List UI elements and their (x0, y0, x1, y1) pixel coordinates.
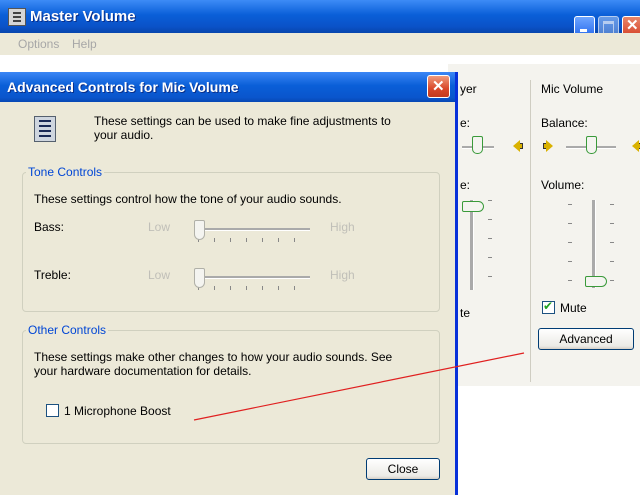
speaker-right-icon (511, 139, 523, 153)
close-icon[interactable] (427, 75, 450, 98)
menu-bar: Options Help (0, 33, 640, 55)
mute-label: Mute (560, 301, 587, 315)
partial-volume-track (470, 200, 474, 290)
partial-volume-label: e: (460, 178, 471, 192)
menu-help[interactable]: Help (72, 37, 97, 51)
mic-volume-ticks-right (610, 204, 614, 284)
treble-slider-thumb[interactable] (194, 268, 205, 288)
bass-slider-track (198, 228, 310, 231)
mic-volume-ticks-left (568, 204, 572, 284)
mute-checkbox[interactable] (542, 299, 555, 314)
bass-low-label: Low (148, 220, 171, 234)
tone-controls-legend: Tone Controls (26, 165, 105, 179)
mic-volume-title: Mic Volume (541, 82, 604, 96)
column-divider (530, 80, 531, 382)
bass-slider-thumb[interactable] (194, 220, 205, 240)
master-volume-title: Master Volume (30, 8, 136, 25)
partial-volume-ticks (488, 200, 492, 280)
app-mixer-icon (8, 8, 26, 26)
treble-slider-ticks (198, 286, 308, 290)
other-description: These settings make other changes to how… (34, 350, 393, 378)
menu-options[interactable]: Options (18, 37, 59, 51)
mic-balance-label: Balance: (541, 116, 588, 130)
other-controls-legend: Other Controls (26, 323, 109, 337)
dialog-info-icon (34, 116, 56, 142)
treble-high-label: High (330, 268, 355, 282)
partial-mute-label: te (460, 306, 471, 320)
mic-balance-thumb[interactable] (586, 136, 597, 154)
bass-slider-ticks (198, 238, 308, 242)
tone-description: These settings control how the tone of y… (34, 192, 342, 206)
partial-column-title: yer (460, 82, 477, 96)
treble-slider-track (198, 276, 310, 279)
advanced-controls-dialog: Advanced Controls for Mic Volume These s… (0, 72, 458, 495)
mic-volume-label: Volume: (541, 178, 585, 192)
close-button[interactable]: Close (366, 458, 440, 480)
dialog-title: Advanced Controls for Mic Volume (7, 79, 239, 95)
bass-label: Bass: (34, 220, 65, 234)
advanced-button[interactable]: Advanced (538, 328, 634, 350)
master-volume-titlebar: Master Volume (0, 0, 640, 37)
dialog-intro-text: These settings can be used to make fine … (94, 114, 391, 142)
other-controls-group (22, 330, 440, 444)
mic-volume-track (592, 200, 596, 288)
partial-balance-thumb[interactable] (472, 136, 483, 154)
bass-high-label: High (330, 220, 355, 234)
microphone-boost-checkbox[interactable] (46, 404, 59, 417)
mic-volume-thumb[interactable] (585, 276, 607, 287)
treble-label: Treble: (34, 268, 71, 282)
speaker-right-icon (630, 139, 640, 153)
partial-volume-thumb[interactable] (462, 201, 484, 212)
dialog-titlebar: Advanced Controls for Mic Volume (0, 72, 455, 102)
microphone-boost-label[interactable]: 1 Microphone Boost (64, 404, 171, 418)
speaker-left-icon (543, 139, 555, 153)
partial-balance-label: e: (460, 116, 471, 130)
treble-low-label: Low (148, 268, 171, 282)
